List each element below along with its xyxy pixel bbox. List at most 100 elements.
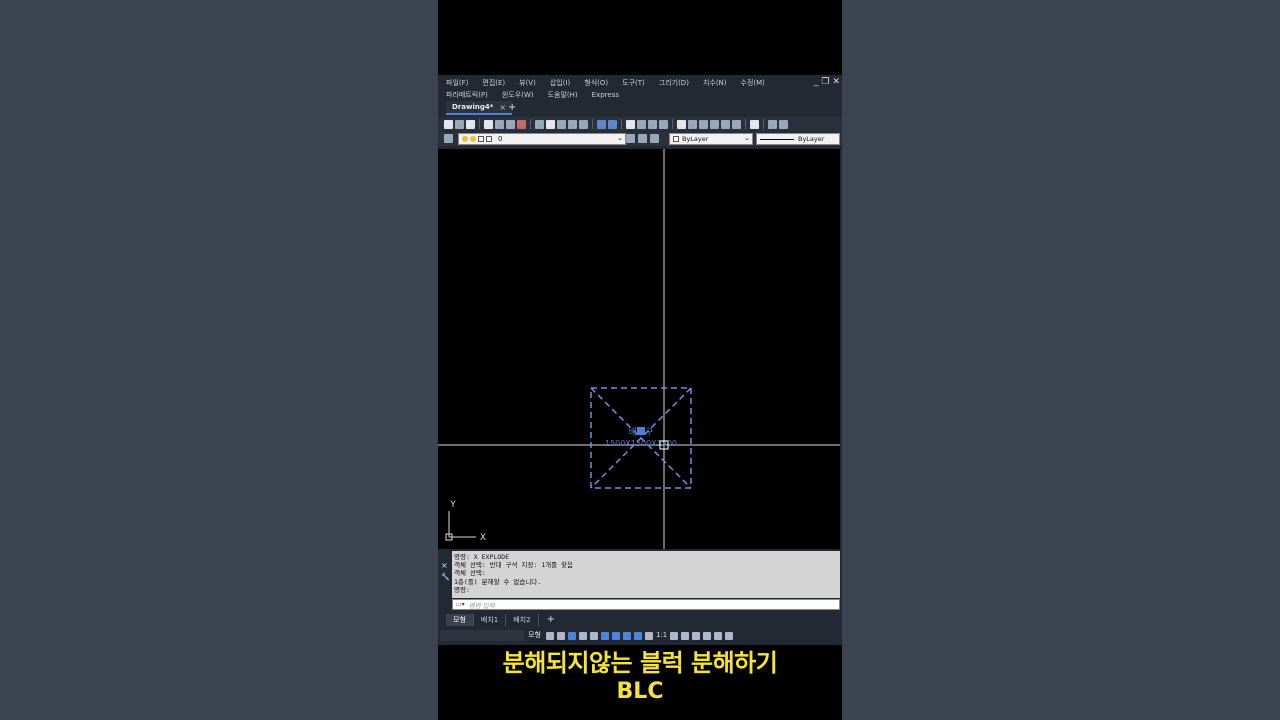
dimension-aligned-icon[interactable] — [779, 119, 788, 129]
tab-drawing4[interactable]: Drawing4* × — [446, 101, 513, 115]
object-snap-icon[interactable] — [612, 631, 620, 640]
block-editor-icon[interactable] — [579, 119, 588, 129]
paste-icon[interactable] — [557, 119, 566, 129]
tab-model[interactable]: 모형 — [446, 613, 474, 626]
sheet-set-icon[interactable] — [710, 119, 719, 129]
block-grip[interactable] — [637, 427, 645, 435]
tab-layout2[interactable]: 배치2 — [506, 613, 539, 626]
menu-format[interactable]: 형식(O) — [584, 78, 608, 88]
status-model-button[interactable]: 모형 — [528, 630, 541, 641]
color-swatch — [673, 136, 679, 142]
gear-icon[interactable] — [670, 631, 679, 640]
print-preview-icon[interactable] — [495, 119, 504, 129]
add-layout-button[interactable]: + — [539, 614, 555, 626]
close-icon[interactable]: × — [441, 561, 448, 570]
command-history-line: 명령: X EXPLODE — [454, 553, 510, 561]
menu-file[interactable]: 파일(F) — [446, 78, 468, 88]
command-history-line: 1층(를) 분해할 수 없습니다. — [454, 577, 542, 586]
linetype-dropdown[interactable]: ByLayer — [756, 133, 840, 145]
publish-icon[interactable] — [517, 119, 526, 129]
save-icon[interactable] — [466, 119, 475, 129]
plot-icon[interactable] — [506, 119, 515, 129]
drawing-canvas[interactable]: 배수구 1500X1500X1500 Y X — [438, 149, 840, 549]
caption-title: 분해되지않는 블럭 분해하기 — [502, 649, 778, 677]
annotation-visibility-icon[interactable] — [623, 631, 631, 640]
menu-row-2: 파라메트릭(P) 윈도우(W) 도움말(H) Express — [446, 90, 633, 100]
command-history-line: 명령: — [454, 585, 470, 594]
make-current-icon[interactable] — [626, 134, 635, 143]
toolbar-divider — [530, 119, 531, 129]
menu-parametric[interactable]: 파라메트릭(P) — [446, 90, 488, 100]
polar-icon[interactable] — [579, 631, 587, 640]
zoom-realtime-icon[interactable] — [637, 119, 646, 129]
pan-icon[interactable] — [626, 119, 635, 129]
layer-lock-icon — [478, 136, 484, 142]
zoom-window-icon[interactable] — [648, 119, 657, 129]
layer-color-swatch — [486, 136, 492, 142]
chevron-down-icon: ⌄ — [617, 134, 623, 142]
layout-tab-bar: 모형 배치1 배치2 + — [438, 613, 842, 626]
command-input[interactable]: ▭▾ 명령 입력 — [452, 599, 840, 610]
selected-block[interactable]: 배수구 1500X1500X1500 — [590, 387, 692, 489]
undo-icon[interactable] — [597, 119, 606, 129]
command-prompt-icon[interactable]: ▭▾ — [456, 601, 465, 608]
close-button[interactable]: ✕ — [832, 77, 840, 87]
auto-scale-icon[interactable] — [634, 631, 642, 640]
tab-layout1[interactable]: 배치1 — [474, 613, 507, 626]
minimize-button[interactable]: _ — [814, 77, 819, 87]
menu-modify[interactable]: 수정(M) — [741, 78, 765, 88]
menu-edit[interactable]: 편집(E) — [482, 78, 505, 88]
linetype-value: ByLayer — [798, 135, 825, 143]
video-frame: 파일(F) 편집(E) 뷰(V) 삽입(I) 형식(O) 도구(T) 그리기(D… — [438, 0, 842, 720]
isodraft-icon[interactable] — [590, 631, 598, 640]
markup-icon[interactable] — [721, 119, 730, 129]
layer-match-icon[interactable] — [638, 134, 647, 143]
video-caption: 분해되지않는 블럭 분해하기 BLC — [438, 648, 842, 706]
menu-dimension[interactable]: 치수(N) — [703, 78, 727, 88]
new-file-icon[interactable] — [444, 119, 453, 129]
help-icon[interactable] — [750, 119, 759, 129]
color-dropdown[interactable]: ByLayer ⌄ — [669, 133, 753, 145]
menu-insert[interactable]: 삽입(I) — [550, 78, 570, 88]
plus-icon[interactable] — [681, 631, 690, 640]
copy-icon[interactable] — [546, 119, 555, 129]
calculator-icon[interactable] — [732, 119, 741, 129]
match-properties-icon[interactable] — [568, 119, 577, 129]
menu-window[interactable]: 윈도우(W) — [502, 90, 534, 100]
tool-palettes-icon[interactable] — [699, 119, 708, 129]
zoom-previous-icon[interactable] — [659, 119, 668, 129]
properties-icon[interactable] — [677, 119, 686, 129]
menu-view[interactable]: 뷰(V) — [519, 78, 536, 88]
print-icon[interactable] — [484, 119, 493, 129]
ortho-icon[interactable] — [568, 631, 576, 640]
fullscreen-icon[interactable] — [714, 631, 723, 640]
design-center-icon[interactable] — [688, 119, 697, 129]
layer-dropdown[interactable]: 0 ⌄ — [458, 133, 626, 145]
tab-close-icon[interactable]: × — [499, 103, 506, 112]
toolbar-divider — [621, 119, 622, 129]
layer-previous-icon[interactable] — [650, 134, 659, 143]
menu-row-1: 파일(F) 편집(E) 뷰(V) 삽입(I) 형식(O) 도구(T) 그리기(D… — [446, 78, 779, 88]
snap-icon[interactable] — [557, 631, 565, 640]
redo-icon[interactable] — [608, 119, 617, 129]
quick-properties-icon[interactable] — [703, 631, 712, 640]
status-toggles: 1:1 — [546, 631, 734, 640]
dimension-icon[interactable] — [768, 119, 777, 129]
units-icon[interactable] — [692, 631, 701, 640]
object-snap-tracking-icon[interactable] — [601, 631, 609, 640]
wrench-icon[interactable]: 🔧 — [441, 573, 450, 581]
annotation-scale-value[interactable]: 1:1 — [656, 631, 667, 640]
layer-properties-icon[interactable] — [444, 134, 453, 143]
menu-draw[interactable]: 그리기(D) — [659, 78, 689, 88]
restore-button[interactable]: ❐ — [821, 77, 829, 87]
menu-express[interactable]: Express — [592, 90, 619, 100]
menu-help[interactable]: 도움말(H) — [548, 90, 578, 100]
layer-on-icon — [462, 136, 468, 142]
hamburger-menu-icon[interactable] — [725, 631, 734, 640]
new-tab-button[interactable]: + — [508, 101, 516, 115]
annotation-scale-icon[interactable] — [645, 631, 653, 640]
cut-icon[interactable] — [535, 119, 544, 129]
grid-icon[interactable] — [546, 631, 554, 640]
open-file-icon[interactable] — [455, 119, 464, 129]
menu-tools[interactable]: 도구(T) — [622, 78, 645, 88]
